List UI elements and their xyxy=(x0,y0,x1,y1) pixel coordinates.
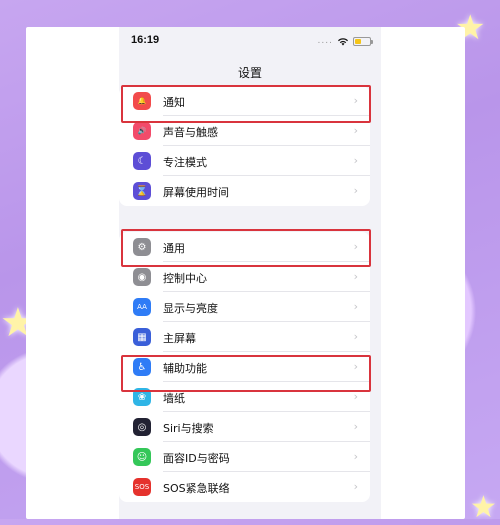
highlight-accessibility xyxy=(121,355,371,392)
battery-icon xyxy=(353,36,373,46)
decorative-star-icon: ★ xyxy=(470,490,497,525)
chevron-right-icon: › xyxy=(353,330,358,343)
display-aa-icon: AA xyxy=(133,298,151,316)
settings-row-faceid[interactable]: ☺ 面容ID与密码 › xyxy=(119,442,370,472)
home-grid-icon: ▦ xyxy=(133,328,151,346)
wifi-icon xyxy=(338,37,348,45)
phone-screen: 16:19 .... 设置 🔔 通知 › 🔊 声音与触感 › ☾ 专注模式 › ⌛ 屏幕使用时间 › … xyxy=(119,27,381,519)
settings-row-hourglass[interactable]: ⌛ 屏幕使用时间 › xyxy=(119,176,370,206)
settings-row-label: 声音与触感 xyxy=(163,126,218,139)
chevron-right-icon: › xyxy=(353,184,358,197)
settings-row-label: 墙纸 xyxy=(163,392,185,405)
settings-row-label: 屏幕使用时间 xyxy=(163,186,229,199)
settings-row-label: 显示与亮度 xyxy=(163,302,218,315)
page-title: 设置 xyxy=(237,66,262,80)
chevron-right-icon: › xyxy=(353,300,358,313)
chevron-right-icon: › xyxy=(353,154,358,167)
settings-row-sos[interactable]: SOS SOS紧急联络 › xyxy=(119,472,370,502)
chevron-right-icon: › xyxy=(353,124,358,137)
settings-row-display-aa[interactable]: AA 显示与亮度 › xyxy=(119,292,370,322)
sos-icon: SOS xyxy=(133,478,151,496)
toggles-icon: ◉ xyxy=(133,268,151,286)
siri-icon: ◎ xyxy=(133,418,151,436)
settings-row-moon[interactable]: ☾ 专注模式 › xyxy=(119,146,370,176)
settings-row-label: SOS紧急联络 xyxy=(163,482,230,495)
settings-row-label: 控制中心 xyxy=(163,272,207,285)
settings-row-label: Siri与搜索 xyxy=(163,422,214,435)
settings-row-label: 专注模式 xyxy=(163,156,207,169)
chevron-right-icon: › xyxy=(353,480,358,493)
settings-row-siri[interactable]: ◎ Siri与搜索 › xyxy=(119,412,370,442)
signal-dots-icon: .... xyxy=(317,36,333,46)
status-indicators: .... xyxy=(317,36,373,46)
hourglass-icon: ⌛ xyxy=(133,182,151,200)
highlight-general xyxy=(121,229,371,267)
settings-row-home-grid[interactable]: ▦ 主屏幕 › xyxy=(119,322,370,352)
chevron-right-icon: › xyxy=(353,450,358,463)
chevron-right-icon: › xyxy=(353,420,358,433)
status-bar: 16:19 .... xyxy=(119,27,381,57)
settings-row-label: 主屏幕 xyxy=(163,332,196,345)
settings-row-label: 面容ID与密码 xyxy=(163,452,230,465)
highlight-notifications xyxy=(121,85,371,123)
battery-level xyxy=(355,38,362,44)
speaker-icon: 🔊 xyxy=(133,122,151,140)
faceid-icon: ☺ xyxy=(133,448,151,466)
status-time: 16:19 xyxy=(131,34,160,46)
chevron-right-icon: › xyxy=(353,270,358,283)
moon-icon: ☾ xyxy=(133,152,151,170)
